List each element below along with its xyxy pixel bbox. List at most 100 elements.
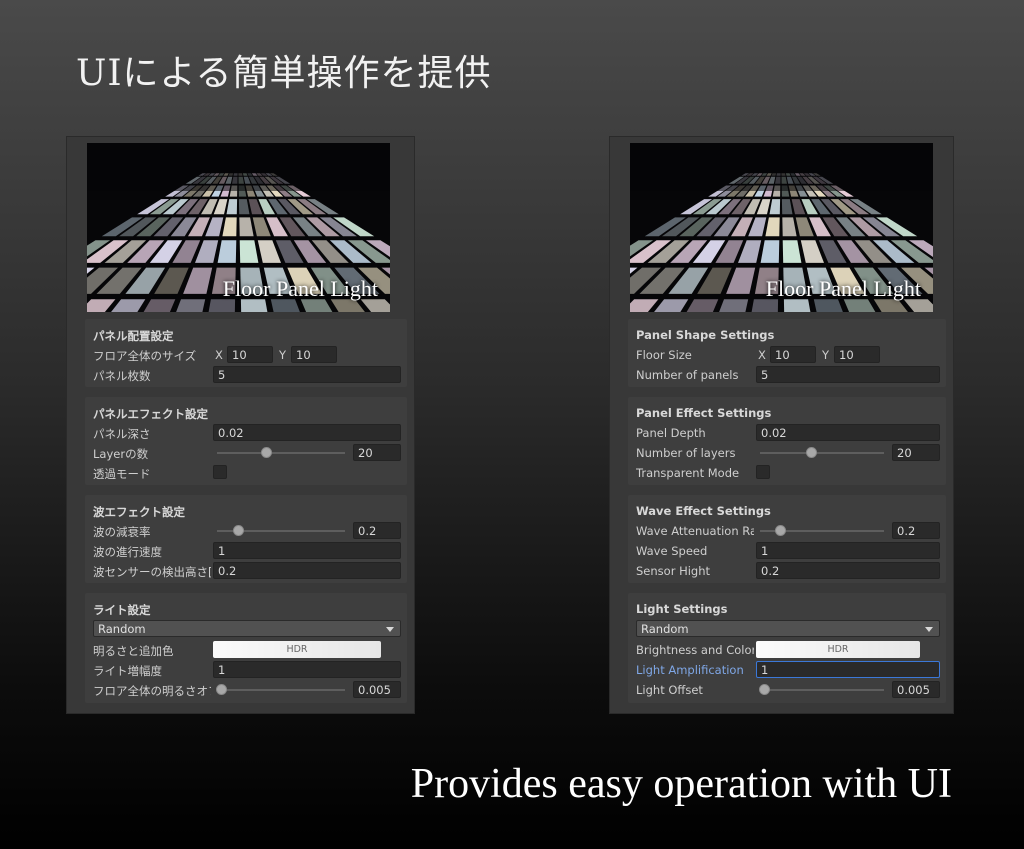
section-panel-shape: Panel Shape Settings Floor Size X 10 Y 10 Numb… bbox=[628, 319, 946, 387]
sensor-height-label: Sensor Hight bbox=[636, 564, 711, 578]
light-offset-slider-handle[interactable] bbox=[215, 684, 227, 695]
wave-attenuation-input[interactable]: 0.2 bbox=[892, 522, 940, 539]
row-light-offset: フロア全体の明るさオフセット 0.005 bbox=[85, 681, 407, 699]
banner-title: Floor Panel Light bbox=[765, 276, 921, 301]
section-panel-effect: Panel Effect Settings Panel Depth 0.02 Numb… bbox=[628, 397, 946, 485]
row-panel-depth: Panel Depth 0.02 bbox=[628, 424, 946, 442]
row-wave-speed: 波の進行速度 1 bbox=[85, 542, 407, 560]
banner-title: Floor Panel Light bbox=[222, 276, 378, 301]
light-offset-slider-track[interactable] bbox=[217, 689, 345, 691]
row-number-of-layers: Number of layers 20 bbox=[628, 444, 946, 462]
number-of-panels-label: パネル枚数 bbox=[93, 369, 151, 383]
row-number-of-layers: Layerの数 20 bbox=[85, 444, 407, 462]
number-of-layers-input[interactable]: 20 bbox=[353, 444, 401, 461]
number-of-panels-input[interactable]: 5 bbox=[756, 366, 940, 383]
hdr-color-field[interactable]: HDR bbox=[756, 641, 920, 658]
x-axis-label: X bbox=[215, 348, 223, 362]
section-light-settings: ライト設定Random明るさと追加色HDRライト増幅度1フロア全体の明るさオフセ… bbox=[85, 593, 407, 703]
banner-image: Floor Panel Light bbox=[630, 143, 933, 312]
sensor-height-input[interactable]: 0.2 bbox=[756, 562, 940, 579]
eyedropper-icon[interactable] bbox=[924, 641, 940, 658]
number-of-layers-label: Number of layers bbox=[636, 446, 736, 460]
section-title: パネル配置設定 bbox=[93, 329, 174, 343]
row-light-mode: Random bbox=[628, 620, 946, 638]
inspector-panel-english: Floor Panel Light Panel Shape Settings Flo… bbox=[609, 136, 954, 714]
row-brightness-color: 明るさと追加色 HDR bbox=[85, 641, 407, 659]
light-offset-input[interactable]: 0.005 bbox=[892, 681, 940, 698]
attenuation-slider-handle[interactable] bbox=[232, 525, 244, 536]
inspector-panel-japanese: Floor Panel Light パネル配置設定フロア全体のサイズ X 10 Y 10 パ… bbox=[66, 136, 415, 714]
section-title: Wave Effect Settings bbox=[636, 504, 771, 518]
row-number-of-panels: パネル枚数 5 bbox=[85, 366, 407, 384]
section-panel-effect: パネルエフェクト設定パネル深さ 0.02 Layerの数 20 透過モード bbox=[85, 397, 407, 485]
row-sensor-height: 波センサーの検出高さ[m 0.2 bbox=[85, 562, 407, 580]
row-sensor-height: Sensor Hight 0.2 bbox=[628, 562, 946, 580]
row-number-of-panels: Number of panels 5 bbox=[628, 366, 946, 384]
layers-slider-handle[interactable] bbox=[805, 447, 817, 458]
light-mode-dropdown[interactable]: Random bbox=[636, 620, 940, 637]
light-amplification-input[interactable]: 1 bbox=[213, 661, 401, 678]
number-of-layers-label: Layerの数 bbox=[93, 447, 149, 461]
number-of-panels-label: Number of panels bbox=[636, 368, 739, 382]
row-panel-depth: パネル深さ 0.02 bbox=[85, 424, 407, 442]
section-title: パネルエフェクト設定 bbox=[93, 407, 208, 421]
banner-image: Floor Panel Light bbox=[87, 143, 390, 312]
floor-size-x-input[interactable]: 10 bbox=[227, 346, 273, 363]
light-offset-slider-track[interactable] bbox=[760, 689, 884, 691]
section-wave-effect: 波エフェクト設定 波の減衰率 0.2 波の進行速度 1 波センサーの検出高さ[m 0.2 bbox=[85, 495, 407, 583]
wave-speed-input[interactable]: 1 bbox=[213, 542, 401, 559]
wave-attenuation-input[interactable]: 0.2 bbox=[353, 522, 401, 539]
row-light-mode: Random bbox=[85, 620, 407, 638]
row-light-amplification: ライト増幅度 1 bbox=[85, 661, 407, 679]
row-wave-speed: Wave Speed 1 bbox=[628, 542, 946, 560]
floor-size-x-input[interactable]: 10 bbox=[770, 346, 816, 363]
wave-speed-input[interactable]: 1 bbox=[756, 542, 940, 559]
hdr-color-field[interactable]: HDR bbox=[213, 641, 381, 658]
light-offset-slider-handle[interactable] bbox=[758, 684, 770, 695]
light-mode-dropdown[interactable]: Random bbox=[93, 620, 401, 637]
section-title: 波エフェクト設定 bbox=[93, 505, 185, 519]
y-axis-label: Y bbox=[279, 348, 287, 362]
light-offset-input[interactable]: 0.005 bbox=[353, 681, 401, 698]
attenuation-slider-handle[interactable] bbox=[774, 525, 786, 536]
y-axis-label: Y bbox=[822, 348, 830, 362]
row-floor-size: Floor Size X 10 Y 10 bbox=[628, 346, 946, 364]
floor-size-y-input[interactable]: 10 bbox=[291, 346, 337, 363]
section-light-settings: Light Settings Random Brightness and Color… bbox=[628, 593, 946, 703]
transparent-mode-checkbox[interactable] bbox=[213, 465, 227, 479]
row-transparent-mode: 透過モード bbox=[85, 464, 407, 482]
chevron-down-icon bbox=[925, 627, 933, 632]
transparent-mode-label: Transparent Mode bbox=[636, 466, 740, 480]
wave-speed-label: 波の進行速度 bbox=[93, 545, 162, 559]
chevron-down-icon bbox=[386, 627, 394, 632]
panel-depth-input[interactable]: 0.02 bbox=[213, 424, 401, 441]
floor-size-label: Floor Size bbox=[636, 348, 692, 362]
section-title: Panel Effect Settings bbox=[636, 406, 772, 420]
layers-slider-track[interactable] bbox=[217, 452, 345, 454]
transparent-mode-label: 透過モード bbox=[93, 467, 151, 481]
sensor-height-input[interactable]: 0.2 bbox=[213, 562, 401, 579]
x-axis-label: X bbox=[758, 348, 766, 362]
headline-japanese: UIによる簡単操作を提供 bbox=[76, 53, 492, 94]
panel-depth-label: Panel Depth bbox=[636, 426, 706, 440]
floor-size-label: フロア全体のサイズ bbox=[93, 349, 197, 363]
number-of-panels-input[interactable]: 5 bbox=[213, 366, 401, 383]
row-floor-size: フロア全体のサイズ X 10 Y 10 bbox=[85, 346, 407, 364]
transparent-mode-checkbox[interactable] bbox=[756, 465, 770, 479]
headline-english: Provides easy operation with UI bbox=[410, 761, 952, 807]
light-amplification-input[interactable]: 1 bbox=[756, 661, 940, 678]
eyedropper-icon[interactable] bbox=[385, 641, 401, 658]
light-amplification-label: ライト増幅度 bbox=[93, 664, 162, 678]
wave-attenuation-label: Wave Attenuation Ra bbox=[636, 524, 754, 538]
row-wave-attenuation: 波の減衰率 0.2 bbox=[85, 522, 407, 540]
floor-size-y-input[interactable]: 10 bbox=[834, 346, 880, 363]
number-of-layers-input[interactable]: 20 bbox=[892, 444, 940, 461]
panel-depth-input[interactable]: 0.02 bbox=[756, 424, 940, 441]
section-title: Panel Shape Settings bbox=[636, 328, 775, 342]
light-offset-label: Light Offset bbox=[636, 683, 703, 697]
light-mode-value: Random bbox=[641, 622, 689, 636]
layers-slider-track[interactable] bbox=[760, 452, 884, 454]
sensor-height-label: 波センサーの検出高さ[m bbox=[93, 565, 211, 579]
row-brightness-color: Brightness and Color HDR bbox=[628, 641, 946, 659]
layers-slider-handle[interactable] bbox=[260, 447, 272, 458]
